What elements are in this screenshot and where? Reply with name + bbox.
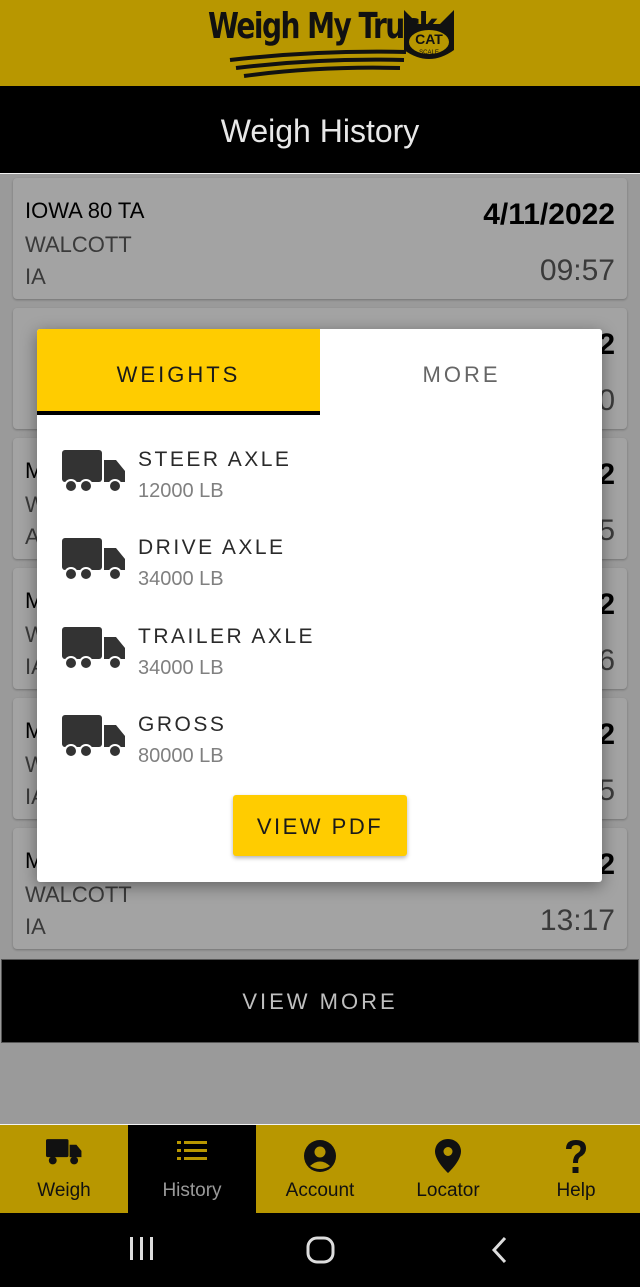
weight-value: 12000 LB: [138, 480, 224, 502]
view-more-label: VIEW MORE: [242, 989, 398, 1014]
truck-icon: [46, 1139, 82, 1165]
view-more-button[interactable]: VIEW MORE: [1, 959, 639, 1043]
tab-label: WEIGHTS: [116, 362, 241, 387]
back-icon[interactable]: [489, 1235, 509, 1265]
history-card[interactable]: IOWA 80 TA WALCOTT IA 4/11/2022 09:57: [13, 178, 627, 299]
tab-more[interactable]: MORE: [320, 329, 602, 415]
weight-label: GROSS: [138, 713, 227, 736]
account-icon: [304, 1140, 336, 1172]
state: IA: [25, 264, 46, 289]
app-header: Weigh My Truck CAT SCALE: [0, 0, 640, 86]
cat-badge-sub: SCALE: [419, 50, 439, 56]
nav-help[interactable]: Help: [512, 1125, 640, 1213]
question-icon: [566, 1140, 586, 1173]
weight-row-trailer-axle: TRAILER AXLE 34000 LB: [62, 619, 562, 689]
view-pdf-label: VIEW PDF: [256, 814, 384, 839]
city: WALCOTT: [25, 232, 132, 257]
page-title: Weigh History: [220, 113, 420, 149]
nav-label: Weigh: [37, 1180, 91, 1201]
tab-weights[interactable]: WEIGHTS: [37, 329, 320, 415]
nav-account[interactable]: Account: [256, 1125, 384, 1213]
weight-row-gross: GROSS 80000 LB: [62, 707, 562, 777]
logo-swoosh-icon: [229, 49, 407, 78]
nav-history[interactable]: History: [128, 1125, 256, 1213]
state: IA: [25, 914, 46, 939]
city: WALCOTT: [25, 882, 132, 907]
weight-value: 34000 LB: [138, 657, 224, 679]
location-name: IOWA 80 TA: [25, 198, 145, 223]
list-icon: [177, 1141, 207, 1160]
time: 13:17: [539, 904, 615, 937]
nav-locator[interactable]: Locator: [384, 1125, 512, 1213]
weight-value: 34000 LB: [138, 568, 224, 590]
truck-icon: [62, 450, 125, 493]
bottom-nav: Weigh History Account Locator Help: [0, 1125, 640, 1213]
nav-label: Locator: [416, 1180, 480, 1201]
system-nav-bar: [0, 1213, 640, 1287]
truck-icon: [62, 715, 125, 758]
weight-label: STEER AXLE: [138, 448, 292, 471]
nav-label: Account: [285, 1180, 355, 1201]
tab-label: MORE: [422, 362, 501, 387]
location-pin-icon: [435, 1139, 461, 1173]
weight-row-steer-axle: STEER AXLE 12000 LB: [62, 442, 562, 512]
weight-label: DRIVE AXLE: [138, 536, 286, 559]
nav-label: History: [162, 1180, 222, 1201]
cat-scale-logo-icon: CAT SCALE: [404, 10, 454, 59]
cat-badge-text: CAT: [415, 31, 443, 47]
recent-apps-icon[interactable]: [129, 1235, 155, 1263]
nav-label: Help: [556, 1180, 596, 1201]
weight-label: TRAILER AXLE: [138, 625, 316, 648]
weight-value: 80000 LB: [138, 745, 224, 767]
truck-icon: [62, 627, 125, 670]
date: 4/11/2022: [483, 198, 615, 231]
weights-dialog: WEIGHTS MORE STEER AXLE 12000 LB DRIVE A…: [37, 329, 602, 882]
truck-icon: [62, 538, 125, 581]
time: 09:57: [539, 254, 615, 287]
home-icon[interactable]: [306, 1235, 336, 1265]
nav-weigh[interactable]: Weigh: [0, 1125, 128, 1213]
weight-row-drive-axle: DRIVE AXLE 34000 LB: [62, 530, 562, 600]
view-pdf-button[interactable]: VIEW PDF: [233, 795, 407, 856]
title-bar: Weigh History: [0, 86, 640, 173]
